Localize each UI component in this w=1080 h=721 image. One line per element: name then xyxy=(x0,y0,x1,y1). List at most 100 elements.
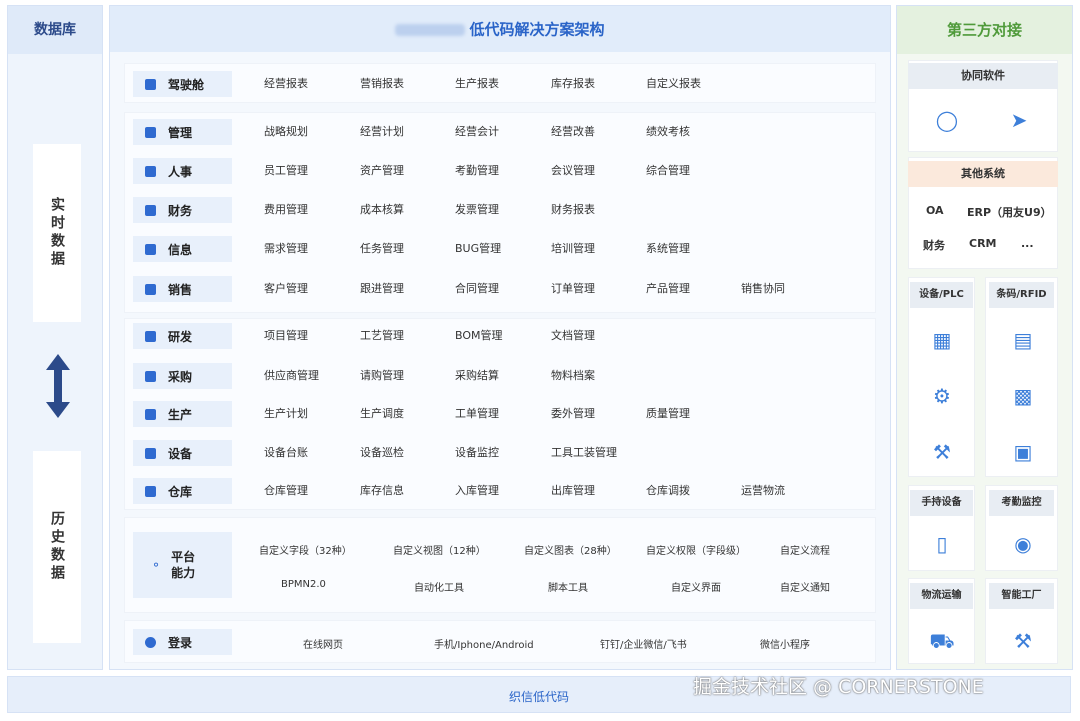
module-item: 任务管理 xyxy=(360,242,404,255)
login-option: 钉钉/企业微信/飞书 xyxy=(600,640,687,651)
module-label: 研发 xyxy=(133,323,232,349)
footer-label: 织信低代码 xyxy=(508,690,569,704)
module-label-text: 销售 xyxy=(168,282,193,297)
module-item: 委外管理 xyxy=(551,407,595,420)
realtime-data-label: 实时数据 xyxy=(49,197,65,269)
platform-label-line2: 能力 xyxy=(171,566,196,580)
module-item: BOM管理 xyxy=(455,329,503,342)
attendance-title: 考勤监控 xyxy=(989,490,1054,516)
module-label-text: 生产 xyxy=(168,407,193,422)
module-item: 员工管理 xyxy=(264,164,308,177)
watermark: 掘金技术社区 @ CORNERSTONE xyxy=(693,676,984,698)
other-systems-title: 其他系统 xyxy=(908,161,1058,187)
module-item: 生产调度 xyxy=(360,407,404,420)
module-item: 生产报表 xyxy=(455,77,499,90)
other-system-item: ... xyxy=(1021,237,1034,250)
module-item: 经营会计 xyxy=(455,125,499,138)
module-label: 财务 xyxy=(133,197,232,223)
module-item: 考勤管理 xyxy=(455,164,499,177)
module-item: 战略规划 xyxy=(264,125,308,138)
module-item: 设备台账 xyxy=(264,446,308,459)
module-item: 工单管理 xyxy=(455,407,499,420)
module-label: 信息 xyxy=(133,236,232,262)
personnel-icon xyxy=(145,165,156,177)
factory-robot-icon: ⚒ xyxy=(1014,629,1032,653)
module-item: 自定义报表 xyxy=(646,77,701,90)
module-item: 成本核算 xyxy=(360,203,404,216)
camera-icon: ◉ xyxy=(1014,532,1032,556)
module-item: 需求管理 xyxy=(264,242,308,255)
architecture-title-text: 低代码解决方案架构 xyxy=(469,20,605,39)
module-item: 综合管理 xyxy=(646,164,690,177)
module-item: 会议管理 xyxy=(551,164,595,177)
purchase-icon xyxy=(145,370,156,382)
module-item: 生产计划 xyxy=(264,407,308,420)
module-item: 工艺管理 xyxy=(360,329,404,342)
production-icon xyxy=(145,408,156,420)
platform-item: 自定义视图（12种） xyxy=(393,546,486,557)
module-item: 经营改善 xyxy=(551,125,595,138)
warehouse-icon xyxy=(145,485,156,497)
platform-item: 自定义界面 xyxy=(671,583,721,594)
rnd-icon xyxy=(145,330,156,342)
login-option: 在线网页 xyxy=(303,640,343,651)
realtime-data-box: 实时数据 xyxy=(33,144,81,322)
platform-label: ⚬ 平台 能力 xyxy=(133,532,232,598)
module-item: BUG管理 xyxy=(455,242,502,255)
module-label: 设备 xyxy=(133,440,232,466)
module-label: 仓库 xyxy=(133,478,232,504)
third-party-column: 第三方对接 协同软件 ◯ ➤ 其他系统 OA ERP（用友U9） 财务 CRM … xyxy=(896,5,1073,670)
sales-icon xyxy=(145,283,156,295)
platform-item: BPMN2.0 xyxy=(281,579,326,590)
module-item: 库存信息 xyxy=(360,484,404,497)
paper-plane-icon: ➤ xyxy=(1010,108,1028,132)
barcode-scan-icon: ▤ xyxy=(1013,328,1033,352)
plc-device-icon: ▦ xyxy=(932,328,952,352)
platform-item: 自定义通知 xyxy=(780,583,830,594)
platform-item: 自定义图表（28种） xyxy=(524,546,617,557)
module-item: 资产管理 xyxy=(360,164,404,177)
module-item: 绩效考核 xyxy=(646,125,690,138)
module-item: 财务报表 xyxy=(551,203,595,216)
platform-item: 自动化工具 xyxy=(414,583,464,594)
cockpit-section xyxy=(124,63,876,103)
share-icon: ⚬ xyxy=(151,558,162,572)
module-item: 采购结算 xyxy=(455,369,499,382)
industrial-robot-icon: ⚒ xyxy=(933,440,951,464)
module-item: 系统管理 xyxy=(646,242,690,255)
module-label-text: 人事 xyxy=(168,164,193,179)
login-icon xyxy=(145,636,156,648)
database-column: 数据库 实时数据 历史数据 xyxy=(7,5,103,670)
other-system-item: 财务 xyxy=(923,239,945,252)
module-item: 请购管理 xyxy=(360,369,404,382)
module-label-text: 信息 xyxy=(168,242,193,257)
module-item: 运营物流 xyxy=(741,484,785,497)
dashboard-icon xyxy=(145,78,156,90)
logistics-title: 物流运输 xyxy=(910,583,973,609)
module-item: 仓库调拨 xyxy=(646,484,690,497)
handheld-device-icon: ▯ xyxy=(936,532,948,556)
smart-factory-title: 智能工厂 xyxy=(989,583,1054,609)
truck-icon: ⛟ xyxy=(929,629,955,653)
module-item: 供应商管理 xyxy=(264,369,319,382)
barcode-title: 条码/RFID xyxy=(989,282,1054,308)
info-icon xyxy=(145,243,156,255)
module-item: 客户管理 xyxy=(264,282,308,295)
module-label-text: 设备 xyxy=(168,446,193,461)
other-system-item: CRM xyxy=(969,237,997,250)
module-item: 项目管理 xyxy=(264,329,308,342)
module-item: 设备巡检 xyxy=(360,446,404,459)
double-arrow-icon xyxy=(46,354,70,418)
module-item: 发票管理 xyxy=(455,203,499,216)
chip-icon: ▣ xyxy=(1013,440,1033,464)
history-data-label: 历史数据 xyxy=(49,511,65,583)
platform-section xyxy=(124,517,876,613)
module-label-text: 研发 xyxy=(168,329,193,344)
equipment-icon xyxy=(145,447,156,459)
module-item: 质量管理 xyxy=(646,407,690,420)
platform-item: 自定义权限（字段级） xyxy=(646,546,746,557)
architecture-title: 低代码解决方案架构 xyxy=(110,6,890,52)
module-item: 费用管理 xyxy=(264,203,308,216)
module-item: 工具工装管理 xyxy=(551,446,617,459)
login-label-text: 登录 xyxy=(168,635,193,650)
